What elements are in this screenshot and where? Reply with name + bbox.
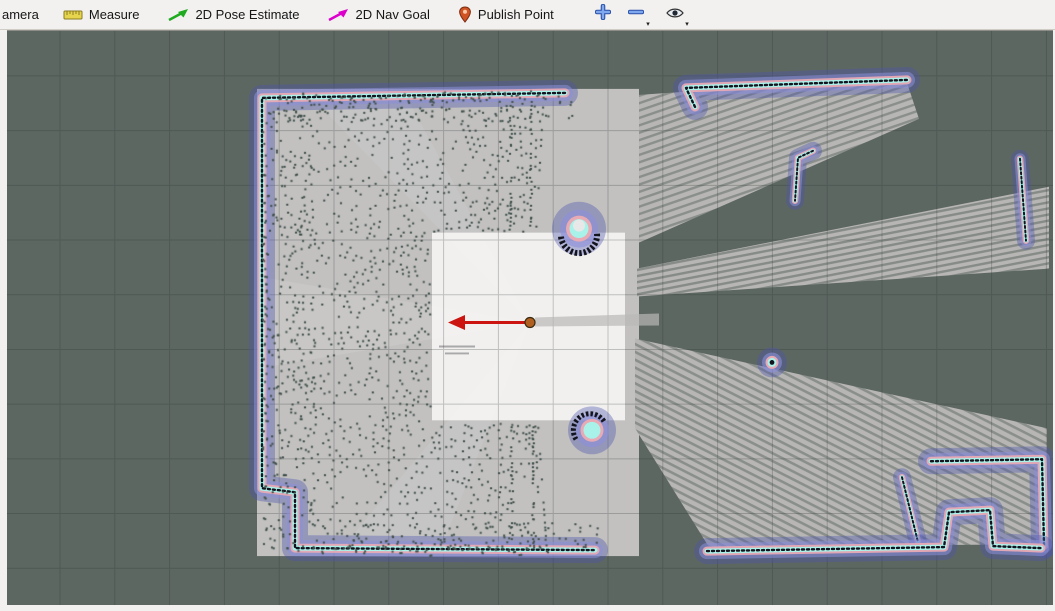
- pose-estimate-arrow-icon: [167, 8, 189, 22]
- remove-tool-button[interactable]: ▾: [623, 2, 650, 28]
- chevron-down-icon: ▾: [685, 20, 689, 28]
- plus-icon: [594, 3, 612, 25]
- tool-2d-pose-estimate[interactable]: 2D Pose Estimate: [163, 0, 303, 29]
- tool-2d-pose-estimate-label: 2D Pose Estimate: [195, 7, 300, 22]
- obstacle-blob-top: [552, 201, 606, 257]
- scene-svg: [7, 31, 1053, 605]
- robot-marker: [524, 316, 536, 329]
- nav-goal-arrow-icon: [327, 8, 349, 22]
- tool-move-camera[interactable]: amera: [0, 0, 43, 29]
- tool-visibility-button[interactable]: ▾: [662, 2, 689, 28]
- minus-icon: [627, 4, 645, 25]
- tool-move-camera-label: amera: [2, 7, 39, 22]
- measure-ruler-icon: [63, 8, 83, 22]
- render-view-3d[interactable]: [7, 30, 1053, 605]
- obstacle-blob-bottom: [568, 406, 616, 455]
- eye-icon: [666, 6, 684, 24]
- tool-measure[interactable]: Measure: [59, 0, 144, 29]
- tool-publish-point-label: Publish Point: [477, 7, 554, 22]
- add-tool-button[interactable]: [590, 2, 616, 28]
- tool-measure-label: Measure: [88, 7, 140, 22]
- publish-point-pin-icon: [458, 6, 472, 23]
- rviz-window: amera Measure 2D Pose Estimate 2D Nav Go…: [0, 0, 1055, 611]
- toolbar: amera Measure 2D Pose Estimate 2D Nav Go…: [0, 0, 1055, 30]
- obstacle-blob-right: [757, 347, 787, 378]
- tool-publish-point[interactable]: Publish Point: [454, 0, 558, 29]
- tool-2d-nav-goal-label: 2D Nav Goal: [355, 7, 430, 22]
- right-column-wall: [1020, 159, 1026, 241]
- tool-2d-nav-goal[interactable]: 2D Nav Goal: [323, 0, 433, 29]
- chevron-down-icon: ▾: [646, 20, 650, 28]
